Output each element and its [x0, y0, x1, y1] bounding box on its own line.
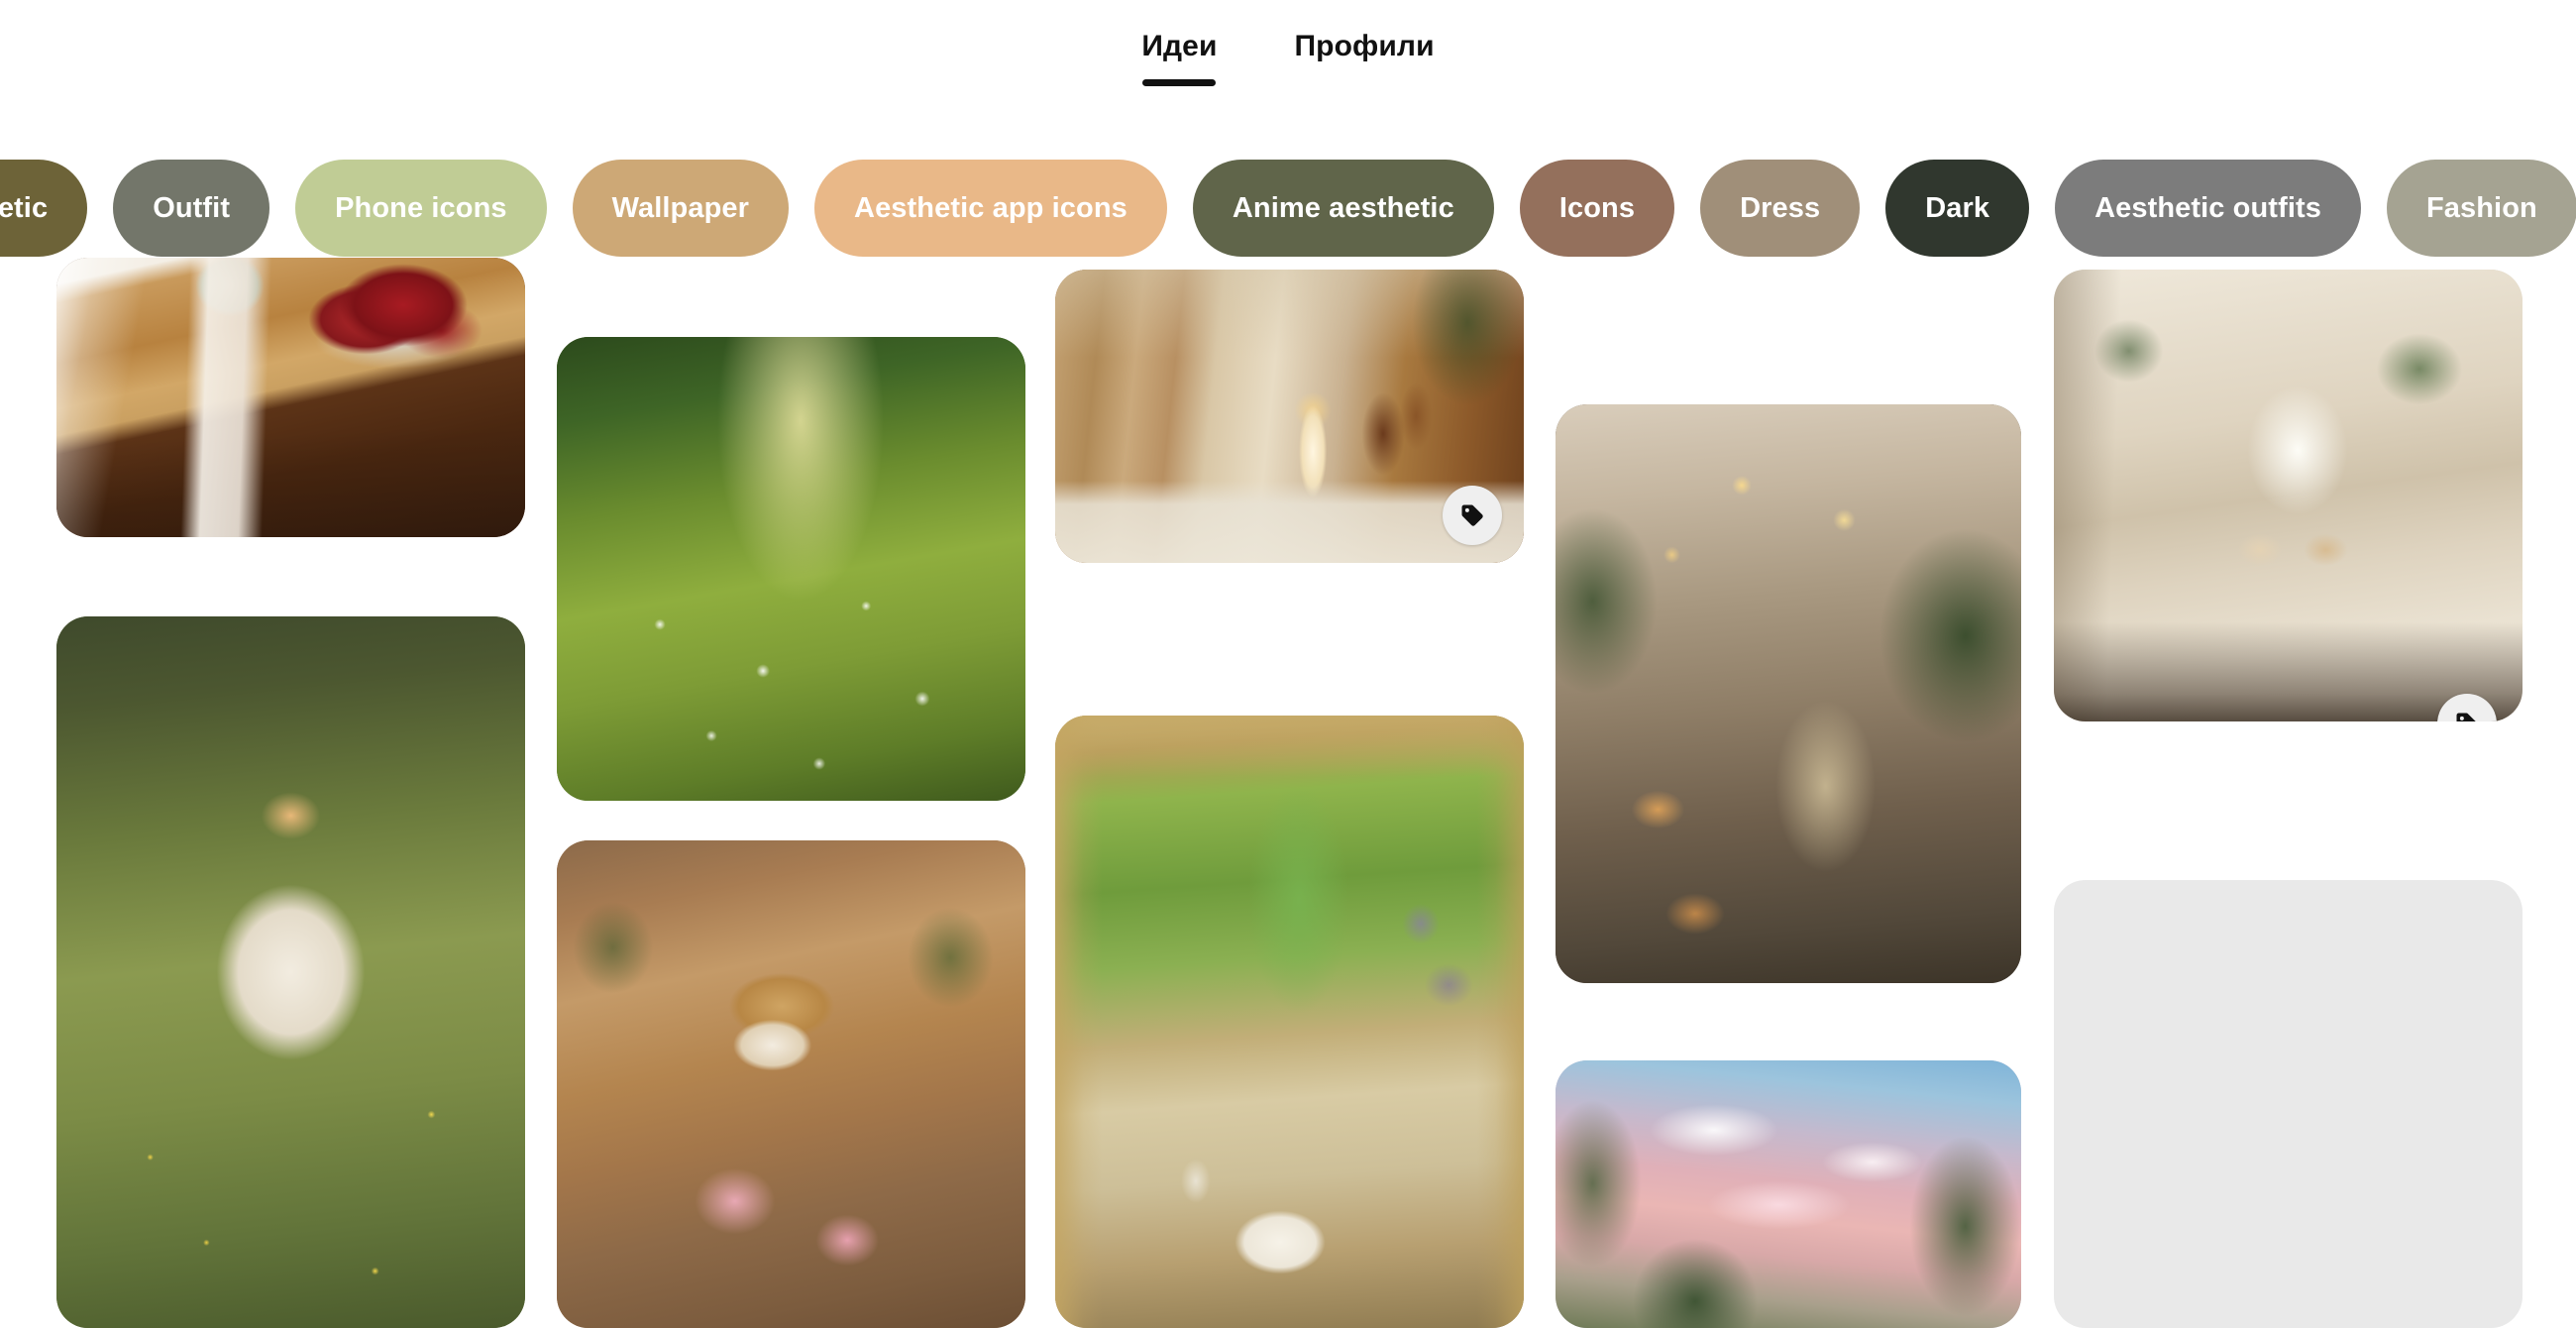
pin-image-sunset-sky-trees [1556, 1060, 2021, 1328]
filter-chip-fashion[interactable]: Fashion [2386, 160, 2576, 257]
pin-dandelion-meadow[interactable] [557, 337, 1025, 801]
filter-chip-label: Outfit [153, 191, 231, 224]
pin-image-garden-window-desk [1055, 716, 1524, 1328]
filter-chip-label: Fashion [2425, 191, 2537, 224]
filter-chip-wallpaper[interactable]: Wallpaper [572, 160, 790, 257]
tab-profiles-label: Профили [1294, 30, 1435, 62]
filter-chip-label: Aesthetic app icons [854, 191, 1127, 224]
filter-chip-outfit[interactable]: Outfit [113, 160, 270, 257]
filter-chip-dark[interactable]: Dark [1885, 160, 2030, 257]
filter-chip-icons[interactable]: Icons [1519, 160, 1675, 257]
price-tag-badge[interactable] [1443, 486, 1502, 545]
tab-ideas[interactable]: Идеи [1131, 22, 1227, 86]
pin-image-boho-plant-room [1556, 404, 2021, 983]
pin-cozy-shelf-candle[interactable] [1055, 270, 1524, 563]
pin-image-dandelion-meadow [557, 337, 1025, 801]
tab-ideas-active-underline [1142, 79, 1217, 86]
pin-garden-window-desk[interactable] [1055, 716, 1524, 1328]
tab-profiles-active-underline [1328, 79, 1401, 86]
filter-chip-aesthetic-outfits[interactable]: Aesthetic outfits [2055, 160, 2361, 257]
pin-boho-plant-room[interactable] [1556, 404, 2021, 983]
filter-chip-label: Aesthetic outfits [2094, 191, 2321, 224]
filter-chip-label: Wallpaper [611, 191, 750, 224]
filter-chip-label: Icons [1558, 191, 1636, 224]
filter-chip-label: hetic [0, 191, 49, 224]
filter-chip-label: Dress [1740, 191, 1821, 224]
pin-image-garden-cottage [2054, 880, 2522, 1328]
pinterest-search-page: Идеи Профили hetic Outfit Phone icons Wallp… [0, 0, 2576, 1328]
results-tabbar: Идеи Профили [0, 0, 2576, 147]
pin-kitchen-counter-pomegranates[interactable] [56, 258, 525, 537]
pin-sunset-sky-trees[interactable] [1556, 1060, 2021, 1328]
filter-chip-phone-icons[interactable]: Phone icons [295, 160, 547, 257]
pin-picnic-basket-flowers[interactable] [557, 840, 1025, 1328]
pin-garden-cottage[interactable] [2054, 880, 2522, 1328]
pin-masonry-grid [0, 258, 2576, 1328]
pin-image-white-cat-wildflowers [56, 616, 525, 1328]
filter-chip-aesthetic-app-icons[interactable]: Aesthetic app icons [814, 160, 1167, 257]
filter-chip-label: Phone icons [335, 191, 507, 224]
filter-chip-anime-aesthetic[interactable]: Anime aesthetic [1192, 160, 1494, 257]
pin-image-kitchen-counter-pomegranates [56, 258, 525, 537]
pin-sunny-kitchen-cats[interactable] [2054, 270, 2522, 721]
pin-image-picnic-basket-flowers [557, 840, 1025, 1328]
pin-white-cat-wildflowers[interactable] [56, 616, 525, 1328]
filter-chip-row[interactable]: hetic Outfit Phone icons Wallpaper Aesthetic… [0, 159, 2576, 258]
filter-chip-label: Dark [1925, 191, 1990, 224]
filter-chip-dress[interactable]: Dress [1700, 160, 1861, 257]
filter-chip-аesthetic[interactable]: hetic [0, 160, 88, 257]
pin-image-sunny-kitchen-cats [2054, 270, 2522, 721]
tab-ideas-label: Идеи [1141, 30, 1218, 62]
tab-profiles[interactable]: Профили [1285, 22, 1445, 86]
filter-chip-label: Anime aesthetic [1232, 191, 1454, 224]
